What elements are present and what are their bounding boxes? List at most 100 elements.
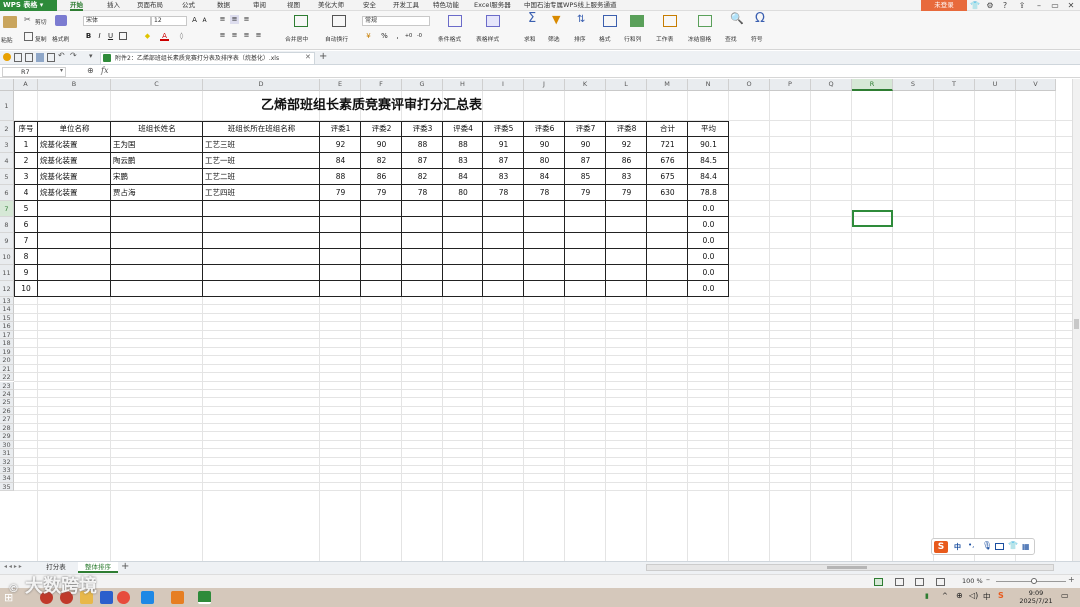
column-header[interactable]: A <box>14 79 38 91</box>
table-cell[interactable] <box>40 249 111 265</box>
decrease-decimal-icon[interactable]: -0 <box>415 32 424 41</box>
row-header[interactable]: 19 <box>0 347 14 357</box>
table-cell[interactable] <box>402 233 443 249</box>
table-cell[interactable]: 83 <box>483 169 524 185</box>
menu-tab[interactable]: 美化大师 <box>318 0 344 11</box>
row-header[interactable]: 4 <box>0 153 14 169</box>
merge-center-icon[interactable] <box>294 15 308 27</box>
table-cell[interactable]: 92 <box>320 137 361 153</box>
table-cell[interactable] <box>524 217 565 233</box>
column-header[interactable]: B <box>38 79 111 91</box>
table-cell[interactable] <box>524 249 565 265</box>
wrap-text-icon[interactable] <box>332 15 346 27</box>
format-button[interactable]: 格式 <box>599 34 611 43</box>
notification-icon[interactable]: ▭ <box>1061 591 1069 600</box>
table-cell[interactable] <box>606 249 647 265</box>
table-cell[interactable] <box>565 281 606 297</box>
table-cell[interactable] <box>483 281 524 297</box>
horizontal-scrollbar[interactable] <box>646 564 1054 571</box>
grid-menu-icon[interactable]: ▦ <box>1022 542 1030 551</box>
menu-tab[interactable]: Excel服务器 <box>474 0 511 11</box>
sum-button[interactable]: 求和 <box>524 34 536 43</box>
comma-style-icon[interactable]: , <box>393 32 402 41</box>
table-cell[interactable] <box>443 201 483 217</box>
freeze-panes-icon[interactable] <box>698 15 712 27</box>
menu-tab[interactable]: 中国石油专属WPS线上服务通道 <box>524 0 616 11</box>
table-cell[interactable]: 82 <box>361 153 402 169</box>
redo-icon[interactable]: ↷ <box>70 51 77 60</box>
table-cell[interactable]: 烷基化装置 <box>40 137 111 153</box>
row-header[interactable]: 1 <box>0 91 14 121</box>
underline-button[interactable]: U <box>106 32 115 41</box>
table-cell[interactable] <box>483 217 524 233</box>
table-cell[interactable] <box>565 233 606 249</box>
menu-tab[interactable]: 公式 <box>182 0 195 11</box>
table-cell[interactable]: 6 <box>14 217 38 233</box>
column-header[interactable]: R <box>852 79 893 91</box>
punctuation-icon[interactable]: •, <box>968 541 974 549</box>
help-icon[interactable]: ? <box>998 0 1012 11</box>
table-cell[interactable]: 84.5 <box>688 153 729 169</box>
copy-icon[interactable] <box>24 32 33 41</box>
font-name-select[interactable]: 宋体 <box>83 16 151 26</box>
row-header[interactable]: 16 <box>0 322 14 331</box>
row-header[interactable]: 31 <box>0 449 14 458</box>
wps-writer-icon[interactable] <box>141 591 154 604</box>
column-header[interactable]: J <box>524 79 565 91</box>
merge-center-button[interactable]: 合并居中 <box>285 34 308 43</box>
vertical-scrollbar[interactable] <box>1072 79 1080 561</box>
table-cell[interactable]: 85 <box>565 169 606 185</box>
row-header[interactable]: 12 <box>0 281 14 297</box>
table-cell[interactable] <box>606 265 647 281</box>
column-header[interactable]: F <box>361 79 402 91</box>
row-header[interactable]: 26 <box>0 406 14 416</box>
fx-icon[interactable]: fx <box>101 66 108 75</box>
table-cell[interactable] <box>361 249 402 265</box>
column-header[interactable]: V <box>1016 79 1056 91</box>
conditional-format-icon[interactable] <box>448 15 462 27</box>
save-icon[interactable] <box>36 53 44 62</box>
sort-icon[interactable]: ⇅ <box>577 15 591 27</box>
table-cell[interactable] <box>113 281 203 297</box>
table-cell[interactable]: 7 <box>14 233 38 249</box>
column-header[interactable]: N <box>688 79 729 91</box>
menu-tab[interactable]: 页面布局 <box>137 0 163 11</box>
page-break-view-icon[interactable] <box>895 578 904 586</box>
percent-icon[interactable]: % <box>380 32 389 41</box>
format-icon[interactable] <box>603 15 617 27</box>
find-button[interactable]: 查找 <box>725 34 737 43</box>
column-header[interactable]: L <box>606 79 647 91</box>
column-header[interactable]: E <box>320 79 361 91</box>
sogou-icon[interactable]: S <box>934 541 948 553</box>
magnifier-icon[interactable]: 🔍 <box>730 13 744 25</box>
row-header[interactable]: 3 <box>0 137 14 153</box>
format-painter-button[interactable]: 格式刷 <box>52 34 69 43</box>
login-button[interactable]: 未登录 <box>921 0 967 11</box>
table-cell[interactable]: 83 <box>443 153 483 169</box>
column-header[interactable]: D <box>203 79 320 91</box>
vertical-scroll-thumb[interactable] <box>1074 319 1079 329</box>
table-cell[interactable]: 90 <box>565 137 606 153</box>
table-cell[interactable] <box>113 249 203 265</box>
format-painter-icon[interactable] <box>55 15 67 26</box>
table-cell[interactable]: 贾占海 <box>113 185 203 201</box>
table-cell[interactable] <box>361 265 402 281</box>
filter-icon[interactable]: ▼ <box>552 14 566 26</box>
new-folder-icon[interactable] <box>3 53 11 61</box>
table-cell[interactable] <box>113 265 203 281</box>
table-cell[interactable] <box>320 201 361 217</box>
row-header[interactable]: 17 <box>0 330 14 340</box>
formula-input[interactable] <box>120 67 1070 77</box>
shirt-icon[interactable]: 👕 <box>968 0 982 11</box>
table-cell[interactable]: 88 <box>402 137 443 153</box>
active-cell-cursor[interactable] <box>852 210 893 227</box>
row-header[interactable]: 7 <box>0 201 14 217</box>
minimize-button[interactable]: – <box>1032 0 1046 11</box>
table-header-cell[interactable]: 序号 <box>14 121 38 137</box>
app-menu-button[interactable]: WPS 表格 ▾ <box>0 0 57 11</box>
new-document-icon[interactable] <box>14 53 22 62</box>
table-cell[interactable] <box>113 201 203 217</box>
table-cell[interactable]: 676 <box>647 153 688 169</box>
table-cell[interactable] <box>402 201 443 217</box>
row-header[interactable]: 8 <box>0 217 14 233</box>
